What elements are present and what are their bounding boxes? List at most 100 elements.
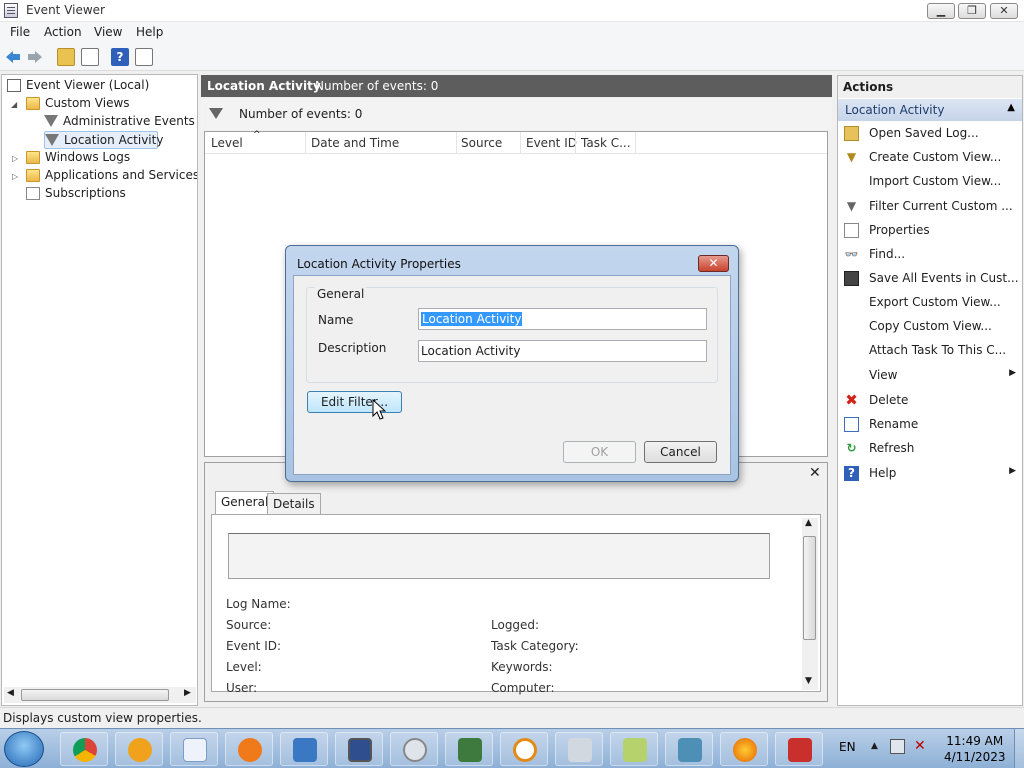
actions-title: Actions <box>838 76 1022 98</box>
scroll-right-icon[interactable]: ▶ <box>184 688 191 698</box>
scroll-down-icon[interactable]: ▼ <box>805 676 812 686</box>
maximize-button[interactable]: ❐ <box>958 3 986 19</box>
action-import-custom-view[interactable]: Import Custom View... <box>838 171 1022 193</box>
open-folder-icon[interactable] <box>57 48 75 66</box>
help-icon: ? <box>844 466 859 481</box>
center-header: Location Activity Number of events: 0 <box>201 75 832 97</box>
action-copy-custom-view[interactable]: Copy Custom View... <box>838 316 1022 338</box>
field-task-category: Task Category: <box>491 639 579 653</box>
taskbar-app-9[interactable] <box>500 732 548 766</box>
notes-icon <box>623 738 647 762</box>
description-label: Description <box>318 341 387 355</box>
taskbar-app-2[interactable] <box>115 732 163 766</box>
help-icon[interactable]: ? <box>111 48 129 66</box>
scrollbar-thumb[interactable] <box>803 536 816 640</box>
column-divider[interactable] <box>635 132 636 154</box>
horizontal-scrollbar[interactable]: ◀ ▶ <box>4 687 196 703</box>
cancel-button[interactable]: Cancel <box>644 441 717 463</box>
column-divider[interactable] <box>520 132 521 154</box>
taskbar-chrome[interactable] <box>60 732 108 766</box>
taskbar-app-7[interactable] <box>390 732 438 766</box>
taskbar-firefox[interactable] <box>720 732 768 766</box>
forward-icon[interactable] <box>26 48 44 66</box>
dialog-body: General Name Location Activity Descripti… <box>293 275 731 475</box>
expand-icon[interactable]: ▷ <box>12 154 18 163</box>
filter-bar: Number of events: 0 <box>201 98 832 130</box>
collapse-icon[interactable]: ▲ <box>1007 102 1015 113</box>
action-attach-task[interactable]: Attach Task To This C... <box>838 340 1022 362</box>
general-group: General Name Location Activity Descripti… <box>306 287 718 383</box>
dialog-close-button[interactable]: ✕ <box>698 255 729 272</box>
list-header: Level ^ Date and Time Source Event ID Ta… <box>205 130 827 154</box>
expand-icon[interactable]: ▷ <box>12 172 18 181</box>
taskbar-app-6[interactable] <box>335 732 383 766</box>
filter-icon <box>45 134 59 146</box>
scroll-up-icon[interactable]: ▲ <box>805 518 812 528</box>
ok-button[interactable]: OK <box>563 441 636 463</box>
taskbar-app-5[interactable] <box>280 732 328 766</box>
menu-bar: File Action View Help <box>0 22 1024 44</box>
action-view[interactable]: View ▶ <box>838 365 1022 387</box>
vertical-scrollbar[interactable]: ▲ ▼ <box>802 518 818 690</box>
back-icon[interactable] <box>4 48 22 66</box>
column-divider[interactable] <box>575 132 576 154</box>
scroll-left-icon[interactable]: ◀ <box>7 688 14 698</box>
field-user: User: <box>226 681 258 695</box>
name-field[interactable]: Location Activity <box>418 308 707 330</box>
taskbar-app-11[interactable] <box>610 732 658 766</box>
column-date-time[interactable]: Date and Time <box>311 136 399 150</box>
column-event-id[interactable]: Event ID <box>526 136 577 150</box>
action-save-all-events[interactable]: Save All Events in Cust... <box>838 268 1022 290</box>
collapse-icon[interactable]: ◢ <box>11 100 17 109</box>
scrollbar-thumb[interactable] <box>21 689 169 701</box>
tab-details[interactable]: Details <box>267 493 321 514</box>
language-indicator[interactable]: EN <box>839 740 856 754</box>
description-field[interactable]: Location Activity <box>418 340 707 362</box>
taskbar-app-4[interactable] <box>225 732 273 766</box>
minimize-button[interactable]: ▁ <box>927 3 955 19</box>
volume-muted-icon[interactable]: ✕ <box>914 738 926 754</box>
view-title: Location Activity <box>207 79 321 93</box>
actions-section-header[interactable]: Location Activity ▲ <box>838 99 1022 121</box>
network-tray-icon[interactable] <box>890 739 905 754</box>
action-delete[interactable]: ✖ Delete <box>838 390 1022 412</box>
action-rename[interactable]: Rename <box>838 414 1022 436</box>
taskbar-app-14[interactable] <box>775 732 823 766</box>
close-detail-icon[interactable]: ✕ <box>809 465 821 481</box>
gauge-icon <box>403 738 427 762</box>
menu-help[interactable]: Help <box>136 25 163 39</box>
show-hide-tree-icon[interactable] <box>81 48 99 66</box>
action-create-custom-view[interactable]: ▼ Create Custom View... <box>838 147 1022 169</box>
taskbar-app-8[interactable] <box>445 732 493 766</box>
action-refresh[interactable]: ↻ Refresh <box>838 438 1022 460</box>
column-divider[interactable] <box>305 132 306 154</box>
column-task-category[interactable]: Task C... <box>581 136 631 150</box>
tray-expand-icon[interactable]: ▲ <box>871 741 878 751</box>
action-properties[interactable]: Properties <box>838 220 1022 242</box>
network-icon <box>678 738 702 762</box>
field-log-name: Log Name: <box>226 597 291 611</box>
taskbar-app-12[interactable] <box>665 732 713 766</box>
edit-filter-button[interactable]: Edit Filter... <box>307 391 402 413</box>
column-level[interactable]: Level <box>211 136 243 150</box>
start-button[interactable] <box>4 731 44 767</box>
show-desktop-button[interactable] <box>1014 729 1024 768</box>
menu-action[interactable]: Action <box>44 25 82 39</box>
action-filter-current-custom[interactable]: ▼ Filter Current Custom ... <box>838 196 1022 218</box>
tab-general[interactable]: General <box>215 491 275 514</box>
menu-view[interactable]: View <box>94 25 122 39</box>
show-hide-action-pane-icon[interactable] <box>135 48 153 66</box>
action-help[interactable]: ? Help ▶ <box>838 463 1022 485</box>
action-export-custom-view[interactable]: Export Custom View... <box>838 292 1022 314</box>
tree-item-location-activity[interactable]: Location Activity <box>44 131 163 149</box>
action-open-saved-log[interactable]: Open Saved Log... <box>838 123 1022 145</box>
column-source[interactable]: Source <box>461 136 502 150</box>
column-divider[interactable] <box>456 132 457 154</box>
taskbar-app-3[interactable] <box>170 732 218 766</box>
clock[interactable]: 11:49 AM 4/11/2023 <box>944 733 1006 765</box>
taskbar-app-10[interactable] <box>555 732 603 766</box>
menu-file[interactable]: File <box>10 25 30 39</box>
close-button[interactable]: ✕ <box>990 3 1018 19</box>
board-icon <box>458 738 482 762</box>
action-find[interactable]: 👓 Find... <box>838 244 1022 266</box>
